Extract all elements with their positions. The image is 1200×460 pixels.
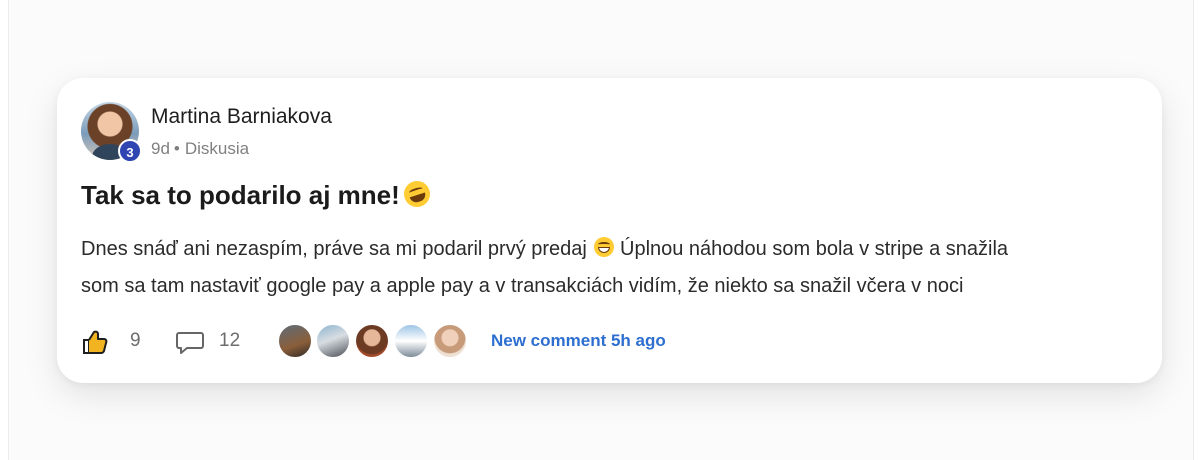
new-comment-link[interactable]: New comment 5h ago	[491, 331, 666, 351]
commenter-avatar	[432, 323, 468, 359]
body-line2: som sa tam nastaviť google pay a apple p…	[81, 275, 964, 297]
commenter-avatar	[393, 323, 429, 359]
post-meta: 9d • Diskusia	[151, 139, 249, 159]
author-name[interactable]: Martina Barniakova	[151, 105, 332, 129]
author-avatar[interactable]: 3	[81, 102, 142, 163]
page-background: 3 Martina Barniakova 9d • Diskusia Tak sa …	[8, 0, 1194, 460]
post-title-text: Tak sa to podarilo aj mne!	[81, 180, 400, 210]
comment-bubble-icon[interactable]	[175, 330, 205, 356]
post-category[interactable]: Diskusia	[185, 139, 249, 158]
thumbs-up-icon[interactable]	[81, 328, 109, 356]
post-footer: 9 12 New comment 5h ago	[81, 322, 781, 360]
commenter-avatars[interactable]	[277, 323, 477, 361]
post-time: 9d	[151, 139, 170, 158]
grinning-face-emoji-icon	[594, 237, 615, 257]
commenter-avatar	[354, 323, 390, 359]
body-line1-after: Úplnou náhodou som bola v stripe a snaži…	[620, 238, 1009, 260]
body-line1-before: Dnes snáď ani nezaspím, práve sa mi poda…	[81, 238, 587, 260]
like-count: 9	[130, 330, 141, 351]
post-card[interactable]: 3 Martina Barniakova 9d • Diskusia Tak sa …	[57, 78, 1162, 383]
post-title[interactable]: Tak sa to podarilo aj mne!	[81, 177, 434, 211]
commenter-avatar	[315, 323, 351, 359]
comment-count: 12	[219, 330, 241, 351]
meta-separator: •	[173, 139, 180, 158]
post-body: Dnes snáď ani nezaspím, práve sa mi poda…	[81, 231, 1141, 305]
level-badge: 3	[118, 139, 142, 163]
commenter-avatar	[277, 323, 313, 359]
rolling-on-floor-laughing-emoji-icon	[400, 177, 434, 211]
